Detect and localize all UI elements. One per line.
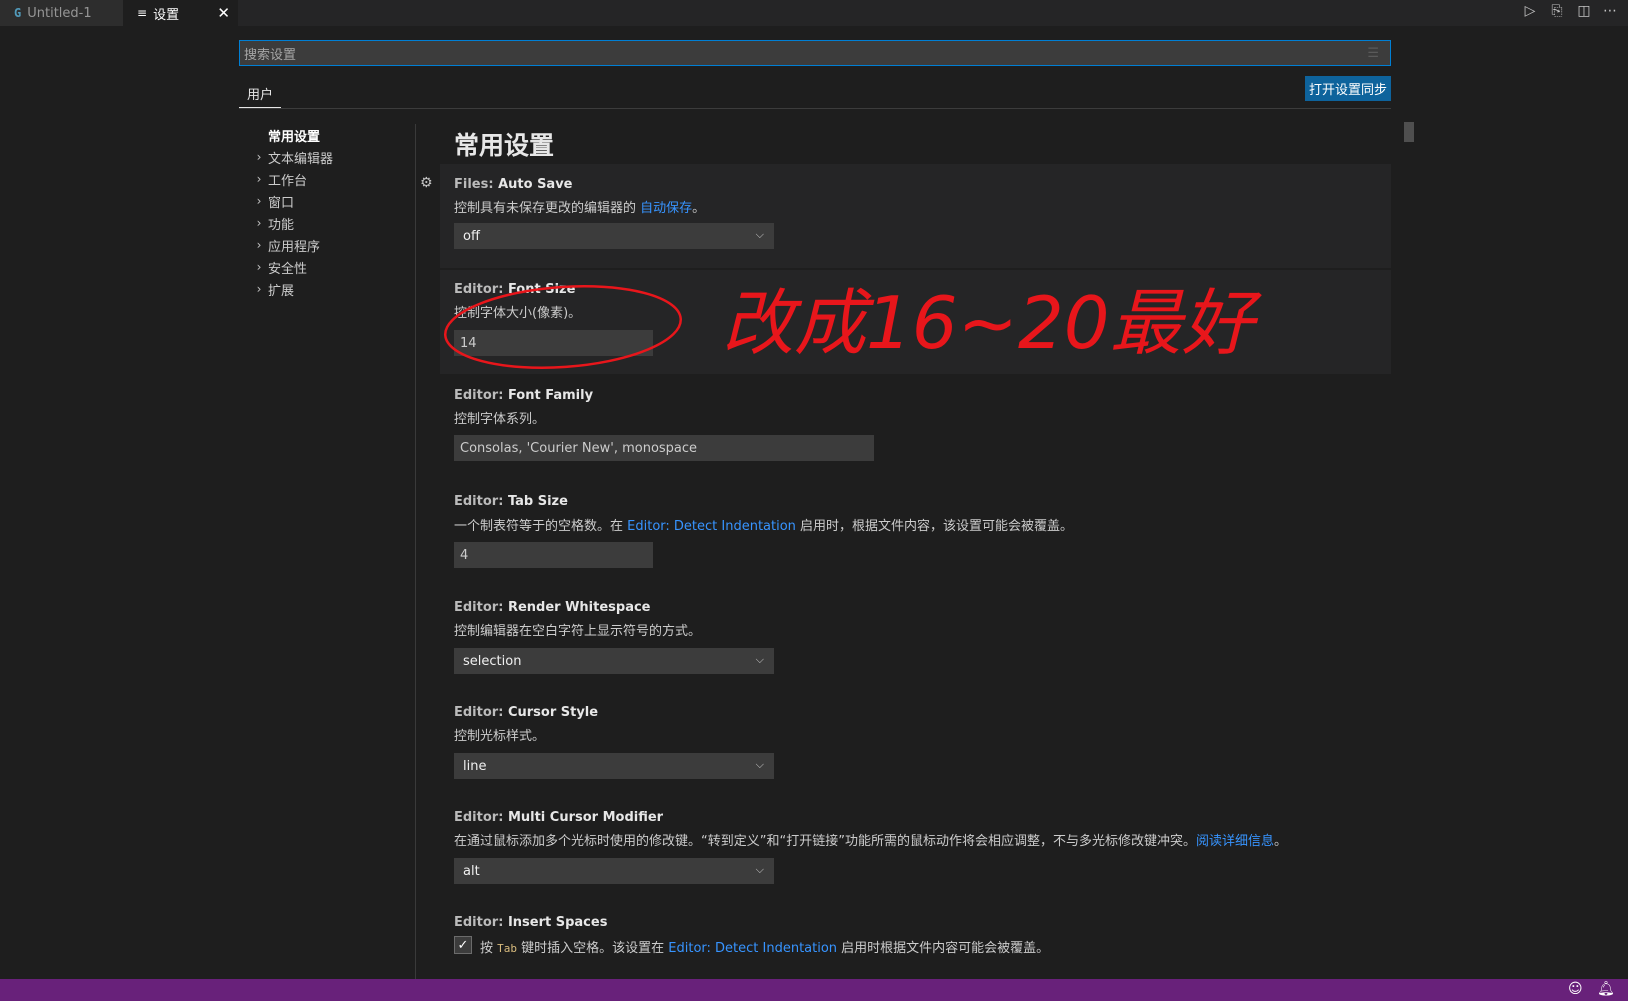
chevron-down-icon: ⌵ bbox=[755, 653, 764, 666]
search-placeholder: 搜索设置 bbox=[244, 47, 297, 63]
check-icon: ✓ bbox=[457, 937, 469, 953]
insert-spaces-checkbox[interactable]: ✓ bbox=[454, 936, 472, 954]
status-bar: ☺ 🔔︎ bbox=[0, 979, 1628, 1001]
toc-label: 功能 bbox=[268, 217, 295, 233]
setting-description: 控制编辑器在空白字符上显示符号的方式。 bbox=[454, 624, 702, 639]
close-icon[interactable]: ✕ bbox=[217, 4, 230, 22]
setting-font-size: Editor: Font Size 控制字体大小(像素)。 14 bbox=[440, 270, 1391, 374]
setting-multi-cursor-modifier: Editor: Multi Cursor Modifier 在通过鼠标添加多个光… bbox=[440, 798, 1391, 902]
more-actions-icon[interactable]: ⋯ bbox=[1600, 3, 1620, 19]
chevron-right-icon: › bbox=[256, 260, 262, 274]
setting-title: Editor: Insert Spaces bbox=[454, 915, 608, 930]
auto-save-link[interactable]: 自动保存 bbox=[640, 201, 692, 216]
setting-cursor-style: Editor: Cursor Style 控制光标样式。 line ⌵ bbox=[440, 693, 1391, 797]
setting-title: Files: Auto Save bbox=[454, 177, 573, 192]
font-size-input[interactable]: 14 bbox=[454, 330, 653, 356]
tab-settings[interactable]: ≡ 设置 ✕ bbox=[123, 0, 238, 26]
setting-title: Editor: Cursor Style bbox=[454, 705, 599, 720]
detect-indentation-link[interactable]: Editor: Detect Indentation bbox=[627, 519, 796, 534]
toc-item-application[interactable]: › 应用程序 bbox=[250, 234, 410, 256]
scrollbar-thumb[interactable] bbox=[1404, 122, 1414, 142]
setting-description: 控制字体系列。 bbox=[454, 412, 546, 427]
setting-font-family: Editor: Font Family 控制字体系列。 Consolas, 'C… bbox=[440, 376, 1391, 480]
chevron-right-icon: › bbox=[256, 216, 262, 230]
setting-insert-spaces: Editor: Insert Spaces ✓ 按 Tab 键时插入空格。该设置… bbox=[440, 903, 1391, 973]
setting-title: Editor: Font Size bbox=[454, 282, 576, 297]
setting-description: 一个制表符等于的空格数。在 Editor: Detect Indentation… bbox=[454, 519, 1074, 534]
tab-user-scope[interactable]: 用户 bbox=[239, 80, 282, 108]
filter-icon[interactable]: ☰ bbox=[1367, 46, 1379, 61]
tab-label: Untitled-1 bbox=[27, 5, 92, 21]
chevron-right-icon: › bbox=[256, 194, 262, 208]
render-whitespace-select[interactable]: selection ⌵ bbox=[454, 648, 774, 674]
toc-item-extensions[interactable]: › 扩展 bbox=[250, 278, 410, 300]
toc-label: 扩展 bbox=[268, 283, 295, 299]
tab-label: 设置 bbox=[153, 7, 180, 23]
turn-on-settings-sync-button[interactable]: 打开设置同步 bbox=[1305, 76, 1391, 101]
section-title: 常用设置 bbox=[454, 131, 555, 160]
chevron-right-icon: › bbox=[256, 150, 262, 164]
chevron-right-icon: › bbox=[256, 172, 262, 186]
toc-item-workbench[interactable]: › 工作台 bbox=[250, 168, 410, 190]
toc-item-features[interactable]: › 功能 bbox=[250, 212, 410, 234]
setting-render-whitespace: Editor: Render Whitespace 控制编辑器在空白字符上显示符… bbox=[440, 588, 1391, 692]
toc-label: 文本编辑器 bbox=[268, 151, 334, 167]
toc-label: 窗口 bbox=[268, 195, 295, 211]
setting-tab-size: Editor: Tab Size 一个制表符等于的空格数。在 Editor: D… bbox=[440, 482, 1391, 586]
toc-label: 工作台 bbox=[268, 173, 308, 189]
toc-item-text-editor[interactable]: › 文本编辑器 bbox=[250, 146, 410, 168]
multi-cursor-modifier-select[interactable]: alt ⌵ bbox=[454, 858, 774, 884]
divider bbox=[239, 108, 1391, 109]
settings-list-icon: ≡ bbox=[137, 6, 148, 20]
gear-icon[interactable]: ⚙ bbox=[420, 175, 433, 191]
run-icon[interactable]: ▷ bbox=[1520, 3, 1540, 19]
setting-title: Editor: Tab Size bbox=[454, 494, 568, 509]
toc-item-commonly-used[interactable]: 常用设置 bbox=[250, 124, 410, 146]
read-more-link[interactable]: 阅读详细信息 bbox=[1196, 834, 1274, 849]
detect-indentation-link[interactable]: Editor: Detect Indentation bbox=[668, 941, 837, 956]
feedback-icon[interactable]: ☺ bbox=[1568, 981, 1583, 997]
chevron-right-icon: › bbox=[256, 238, 262, 252]
search-settings-input[interactable]: 搜索设置 ☰ bbox=[239, 40, 1391, 66]
setting-description: 控制光标样式。 bbox=[454, 729, 546, 744]
setting-title: Editor: Font Family bbox=[454, 388, 594, 403]
auto-save-select[interactable]: off ⌵ bbox=[454, 223, 774, 249]
setting-description: 在通过鼠标添加多个光标时使用的修改键。“转到定义”和“打开链接”功能所需的鼠标动… bbox=[454, 834, 1287, 849]
tab-size-input[interactable]: 4 bbox=[454, 542, 653, 568]
setting-auto-save: Files: Auto Save 控制具有未保存更改的编辑器的 自动保存。 of… bbox=[440, 164, 1391, 268]
font-family-input[interactable]: Consolas, 'Courier New', monospace bbox=[454, 435, 874, 461]
open-settings-json-icon[interactable]: ⎘ bbox=[1547, 3, 1567, 19]
cursor-style-select[interactable]: line ⌵ bbox=[454, 753, 774, 779]
setting-description: 控制具有未保存更改的编辑器的 自动保存。 bbox=[454, 201, 706, 216]
tab-untitled[interactable]: G Untitled-1 bbox=[0, 0, 123, 26]
chevron-right-icon: › bbox=[256, 282, 262, 296]
chevron-down-icon: ⌵ bbox=[755, 863, 764, 876]
setting-title: Editor: Multi Cursor Modifier bbox=[454, 810, 664, 825]
editor-tab-bar: G Untitled-1 ≡ 设置 ✕ ▷ ⎘ ◫ ⋯ bbox=[0, 0, 1628, 26]
toc-item-security[interactable]: › 安全性 bbox=[250, 256, 410, 278]
setting-description: 按 Tab 键时插入空格。该设置在 Editor: Detect Indenta… bbox=[480, 941, 1050, 956]
setting-title: Editor: Render Whitespace bbox=[454, 600, 651, 615]
setting-description: 控制字体大小(像素)。 bbox=[454, 306, 582, 321]
chevron-down-icon: ⌵ bbox=[755, 758, 764, 771]
settings-toc: 常用设置 › 文本编辑器 › 工作台 › 窗口 › 功能 › 应用程序 › 安全性 › 扩展 bbox=[250, 124, 410, 300]
toc-label: 安全性 bbox=[268, 261, 308, 277]
toc-label: 常用设置 bbox=[268, 129, 321, 145]
divider bbox=[415, 124, 416, 979]
chevron-down-icon: ⌵ bbox=[755, 228, 764, 241]
bell-icon[interactable]: 🔔︎ bbox=[1597, 981, 1615, 997]
toc-label: 应用程序 bbox=[268, 239, 321, 255]
ts-file-icon: G bbox=[14, 6, 22, 20]
split-editor-icon[interactable]: ◫ bbox=[1574, 3, 1594, 19]
toc-item-window[interactable]: › 窗口 bbox=[250, 190, 410, 212]
